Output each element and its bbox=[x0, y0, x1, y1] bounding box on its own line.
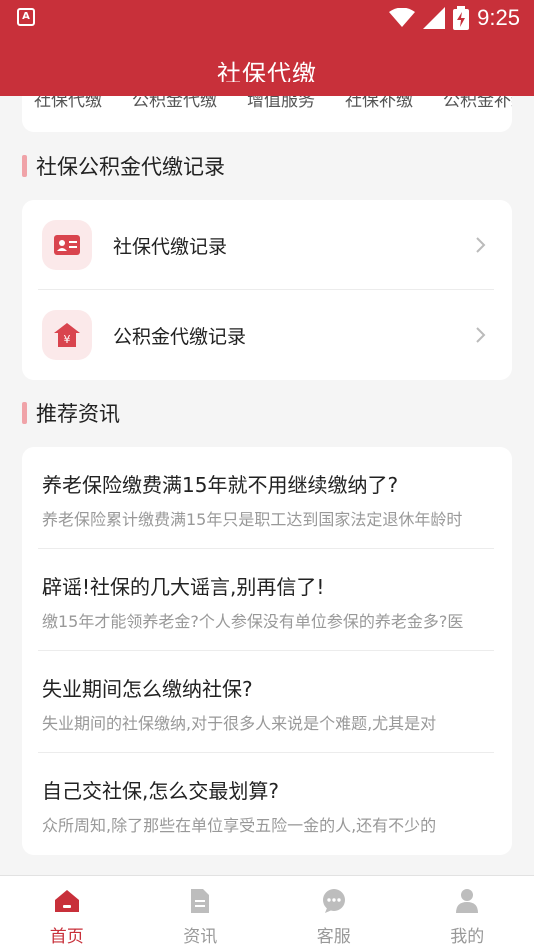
record-label-social: 社保代缴记录 bbox=[113, 235, 228, 258]
tab-service[interactable]: 客服 bbox=[267, 876, 401, 950]
news-item[interactable]: 辟谣!社保的几大谣言,别再信了! 缴15年才能领养老金?个人参保没有单位参保的养… bbox=[22, 549, 512, 651]
tab-news-label: 资讯 bbox=[183, 927, 218, 947]
status-bar: A 9:25 bbox=[0, 0, 534, 36]
status-icons: 9:25 bbox=[389, 4, 520, 32]
section-marker bbox=[22, 402, 27, 424]
news-title: 自己交社保,怎么交最划算? bbox=[42, 779, 279, 803]
section-marker bbox=[22, 155, 27, 177]
bottom-tab-bar: 首页 资讯 客服 我的 bbox=[0, 875, 534, 950]
record-row-fund[interactable]: ¥ 公积金代缴记录 bbox=[22, 290, 512, 380]
records-card: 社保代缴记录 ¥ 公积金代缴记录 bbox=[22, 200, 512, 380]
records-section-label: 社保公积金代缴记录 bbox=[36, 155, 225, 179]
tab-service-label: 客服 bbox=[316, 927, 351, 947]
news-section-title: 推荐资讯 bbox=[22, 398, 120, 428]
header-overlap bbox=[0, 82, 534, 96]
chevron-right-icon bbox=[476, 327, 486, 343]
signal-icon bbox=[423, 7, 446, 29]
news-card: 养老保险缴费满15年就不用继续缴纳了? 养老保险累计缴费满15年只是职工达到国家… bbox=[22, 447, 512, 855]
news-title: 辟谣!社保的几大谣言,别再信了! bbox=[42, 575, 325, 599]
chat-icon bbox=[322, 889, 345, 913]
news-item[interactable]: 养老保险缴费满15年就不用继续缴纳了? 养老保险累计缴费满15年只是职工达到国家… bbox=[22, 447, 512, 549]
document-icon bbox=[191, 889, 210, 913]
user-icon bbox=[456, 889, 479, 913]
status-time: 9:25 bbox=[477, 5, 520, 30]
tab-news[interactable]: 资讯 bbox=[134, 876, 268, 950]
tab-profile-label: 我的 bbox=[450, 927, 485, 947]
news-title: 养老保险缴费满15年就不用继续缴纳了? bbox=[42, 473, 399, 497]
news-summary: 失业期间的社保缴纳,对于很多人来说是个难题,尤其是对 bbox=[42, 714, 437, 733]
svg-text:¥: ¥ bbox=[64, 333, 71, 346]
battery-charging-icon bbox=[453, 6, 470, 30]
news-item[interactable]: 自己交社保,怎么交最划算? 众所周知,除了那些在单位享受五险一金的人,还有不少的 bbox=[22, 753, 512, 855]
app-notification-icon: A bbox=[17, 8, 35, 26]
tab-home-label: 首页 bbox=[49, 927, 84, 947]
house-yuan-icon: ¥ bbox=[42, 310, 92, 360]
chevron-right-icon bbox=[476, 237, 486, 253]
home-icon bbox=[54, 890, 79, 912]
tab-home[interactable]: 首页 bbox=[0, 876, 134, 950]
records-section-title: 社保公积金代缴记录 bbox=[22, 151, 225, 181]
news-title: 失业期间怎么缴纳社保? bbox=[42, 677, 253, 701]
wifi-icon bbox=[389, 8, 416, 27]
news-section-label: 推荐资讯 bbox=[36, 402, 120, 426]
record-row-social[interactable]: 社保代缴记录 bbox=[22, 200, 512, 290]
record-label-fund: 公积金代缴记录 bbox=[113, 325, 247, 348]
id-card-icon bbox=[42, 220, 92, 270]
news-summary: 养老保险累计缴费满15年只是职工达到国家法定退休年龄时 bbox=[42, 510, 463, 529]
news-summary: 众所周知,除了那些在单位享受五险一金的人,还有不少的 bbox=[42, 816, 437, 835]
tab-profile[interactable]: 我的 bbox=[401, 876, 534, 950]
news-item[interactable]: 失业期间怎么缴纳社保? 失业期间的社保缴纳,对于很多人来说是个难题,尤其是对 bbox=[22, 651, 512, 753]
news-summary: 缴15年才能领养老金?个人参保没有单位参保的养老金多?医 bbox=[42, 612, 464, 631]
